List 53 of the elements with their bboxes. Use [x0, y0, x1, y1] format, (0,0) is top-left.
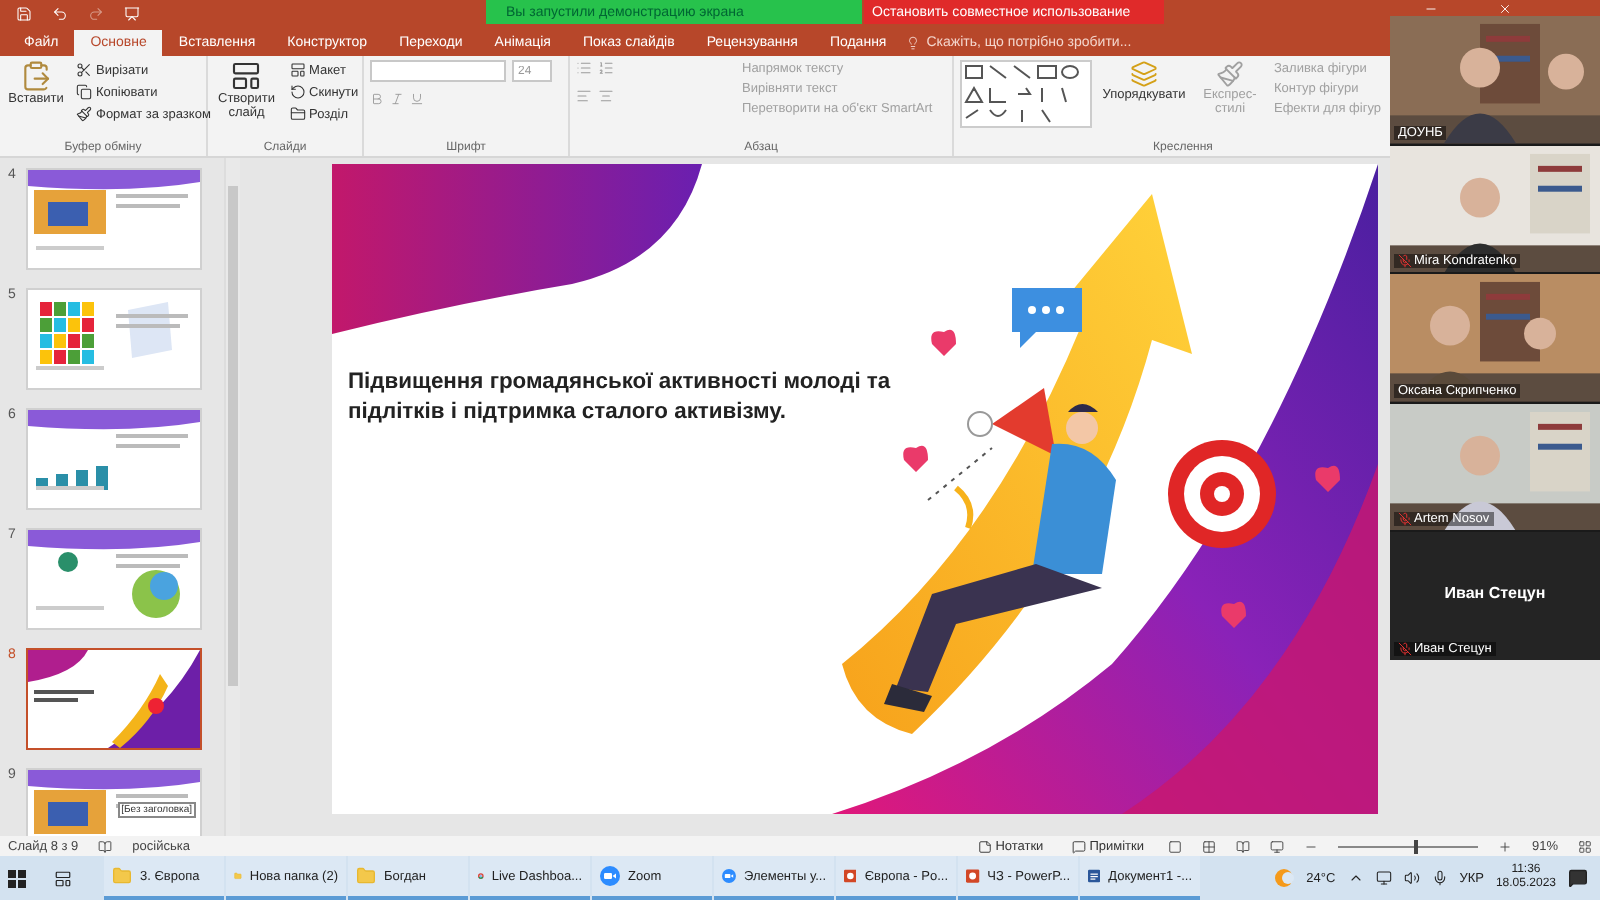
paintbrush-icon — [76, 106, 92, 122]
folder-icon — [112, 866, 132, 886]
undo-icon — [52, 6, 68, 22]
scrollbar-thumb[interactable] — [228, 186, 238, 686]
numbered-list-icon — [598, 60, 614, 76]
save-icon — [16, 6, 32, 22]
video-camera-icon — [600, 866, 620, 886]
zoom-in-icon — [1497, 839, 1512, 853]
chevron-up-icon — [1347, 870, 1364, 886]
lightbulb-icon — [906, 36, 921, 50]
layers-icon — [1130, 60, 1158, 88]
scissors-icon — [76, 62, 92, 78]
align-left-icon — [576, 88, 592, 104]
font-name-field[interactable] — [370, 60, 506, 82]
presentation-app-icon — [844, 866, 857, 886]
slide-title: Підвищення громадянської активності молоді та підлітків і підтримка сталого активізму. — [348, 368, 893, 427]
minimize-icon — [1424, 2, 1438, 16]
italic-icon — [390, 92, 404, 106]
folder-icon — [356, 866, 376, 886]
slide-icon — [230, 60, 263, 92]
comment-icon — [1071, 839, 1086, 853]
brush-icon — [1216, 60, 1244, 88]
clipboard-icon — [20, 60, 52, 92]
zoom-slider-thumb[interactable] — [1414, 839, 1419, 853]
notes-icon — [977, 839, 992, 853]
spellcheck-icon — [98, 839, 113, 853]
microphone-icon — [1431, 870, 1448, 886]
bold-icon — [370, 92, 384, 106]
start-icon — [8, 869, 26, 887]
underline-icon — [410, 92, 424, 106]
section-icon — [289, 106, 306, 122]
reset-icon — [289, 84, 306, 100]
network-icon — [1375, 870, 1392, 886]
normal-view-icon — [1167, 839, 1182, 853]
sorter-view-icon — [1201, 839, 1216, 853]
notifications-icon — [1568, 868, 1588, 888]
video-camera-icon — [722, 866, 736, 886]
presentation-app-icon — [966, 866, 980, 886]
bullet-list-icon — [576, 60, 592, 76]
redo-icon — [88, 6, 104, 22]
layout-icon — [289, 62, 306, 78]
copy-icon — [76, 84, 92, 100]
volume-icon — [1403, 870, 1420, 886]
fit-slide-icon — [1578, 839, 1592, 853]
slideshow-view-icon — [1269, 839, 1284, 853]
presentation-icon — [124, 6, 140, 22]
weather-icon — [1274, 868, 1295, 888]
participant-display-name: Иван Стецун — [1442, 583, 1548, 602]
reading-view-icon — [1235, 839, 1250, 853]
close-icon — [1498, 2, 1512, 16]
document-app-icon — [1088, 866, 1101, 886]
task-view-icon — [54, 869, 72, 887]
align-center-icon — [598, 88, 614, 104]
